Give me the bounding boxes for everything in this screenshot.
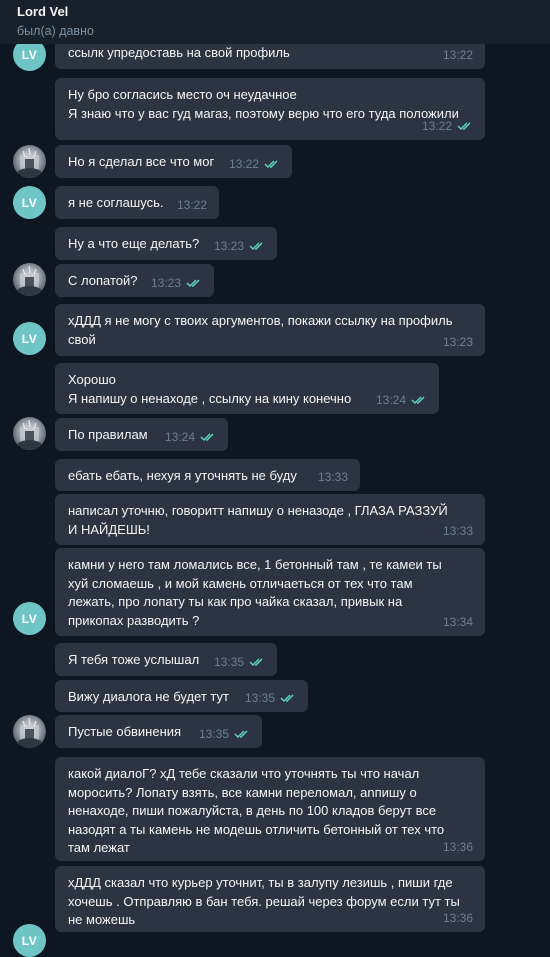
avatar-image-icon [18, 717, 41, 748]
message-meta: 13:22 [443, 46, 473, 65]
message-time: 13:22 [442, 47, 473, 62]
message-bubble[interactable]: Вижу диалога не будет тут 13:35 [55, 680, 308, 712]
message-time: 13:36 [442, 839, 473, 854]
message-time: 13:22 [176, 197, 207, 212]
message-text: камни у него там ломались все, 1 бетонны… [68, 557, 442, 628]
message-time: 13:23 [150, 275, 181, 290]
avatar[interactable] [13, 715, 46, 748]
avatar[interactable] [13, 145, 46, 178]
message-time: 13:35 [213, 654, 244, 669]
message-time: 13:35 [244, 690, 275, 705]
message-meta: 13:22 [177, 196, 207, 215]
double-check-icon [264, 160, 278, 168]
message-bubble[interactable]: Я тебя тоже услышал 13:35 [55, 643, 277, 676]
message-time: 13:33 [317, 469, 348, 484]
avatar-image-icon [18, 265, 41, 296]
message-bubble[interactable]: С лопатой? 13:23 [55, 264, 214, 297]
message-bubble[interactable]: Хорошо Я напишу о ненаходе , ссылку на к… [55, 363, 439, 414]
double-check-icon [280, 694, 294, 702]
message-meta: 13:33 [443, 522, 473, 541]
contact-status: был(а) давно [17, 24, 94, 38]
message-time: 13:22 [228, 156, 259, 171]
double-check-icon [200, 433, 214, 441]
message-text: ебать ебать, нехуя я уточнять не буду [68, 468, 297, 483]
message-bubble[interactable]: По правилам 13:24 [55, 418, 228, 451]
message-text: Хорошо Я напишу о ненаходе , ссылку на к… [68, 372, 352, 406]
message-bubble[interactable]: ебать ебать, нехуя я уточнять не буду 13… [55, 459, 360, 491]
message-text: ссылк упредоставь на свой профиль [68, 45, 290, 60]
message-meta: 13:23 [214, 237, 265, 256]
message-bubble[interactable]: Но я сделал все что мог 13:22 [55, 145, 292, 178]
message-time: 13:23 [442, 334, 473, 349]
chat-header[interactable]: Lord Vel был(а) давно [0, 0, 550, 44]
message-bubble[interactable]: написал уточню, говоритт напишу о неназо… [55, 494, 485, 545]
avatar[interactable]: LV [13, 322, 46, 355]
message-meta: 13:23 [443, 333, 473, 352]
message-bubble[interactable]: хДДД я не могу с твоих аргументов, покаж… [55, 304, 485, 356]
double-check-icon [234, 730, 248, 738]
avatar[interactable]: LV [13, 924, 46, 957]
message-time: 13:34 [442, 614, 473, 629]
message-time: 13:24 [375, 392, 406, 407]
message-text: какой диалоГ? хД тебе сказали что уточня… [68, 766, 445, 855]
message-meta: 13:36 [443, 909, 473, 928]
avatar[interactable]: LV [13, 186, 46, 219]
message-bubble[interactable]: хДДД сказал что курьер уточнит, ты в зал… [55, 866, 485, 932]
avatar[interactable] [13, 263, 46, 296]
message-bubble[interactable]: какой диалоГ? хД тебе сказали что уточня… [55, 757, 485, 861]
message-meta: 13:23 [151, 274, 202, 293]
message-time: 13:23 [213, 238, 244, 253]
double-check-icon [249, 242, 263, 250]
contact-name[interactable]: Lord Vel [17, 4, 68, 19]
message-meta: 13:22 [422, 117, 473, 136]
message-text: хДДД я не могу с твоих аргументов, покаж… [68, 313, 453, 347]
avatar-image-icon [18, 419, 41, 450]
message-text: хДДД сказал что курьер уточнит, ты в зал… [68, 875, 460, 927]
chat-area: LV ссылк упредоставь на свой профиль 13:… [0, 0, 550, 957]
message-bubble[interactable]: Ну бро согласись место оч неудачное Я зн… [55, 78, 485, 140]
message-text: написал уточню, говоритт напишу о неназо… [68, 503, 448, 537]
message-time: 13:36 [442, 910, 473, 925]
message-bubble[interactable]: Пустые обвинения 13:35 [55, 715, 262, 748]
message-meta: 13:24 [376, 391, 427, 410]
message-time: 13:33 [442, 523, 473, 538]
message-time: 13:24 [164, 429, 195, 444]
message-meta: 13:33 [318, 468, 348, 487]
message-text: Ну бро согласись место оч неудачное Я зн… [68, 87, 459, 121]
avatar[interactable] [13, 417, 46, 450]
double-check-icon [457, 122, 471, 130]
double-check-icon [186, 279, 200, 287]
avatar-image-icon [18, 147, 41, 178]
message-meta: 13:35 [214, 653, 265, 672]
double-check-icon [249, 658, 263, 666]
message-bubble[interactable]: камни у него там ломались все, 1 бетонны… [55, 548, 485, 636]
message-meta: 13:34 [443, 613, 473, 632]
message-time: 13:35 [198, 726, 229, 741]
message-meta: 13:36 [443, 838, 473, 857]
message-meta: 13:24 [165, 428, 216, 447]
message-bubble[interactable]: Ну а что еще делать? 13:23 [55, 227, 277, 260]
avatar[interactable]: LV [13, 602, 46, 635]
double-check-icon [411, 396, 425, 404]
message-meta: 13:22 [229, 155, 280, 174]
message-time: 13:22 [421, 118, 452, 133]
message-meta: 13:35 [245, 689, 296, 708]
message-meta: 13:35 [199, 725, 250, 744]
message-bubble[interactable]: я не соглашусь. 13:22 [55, 186, 219, 219]
